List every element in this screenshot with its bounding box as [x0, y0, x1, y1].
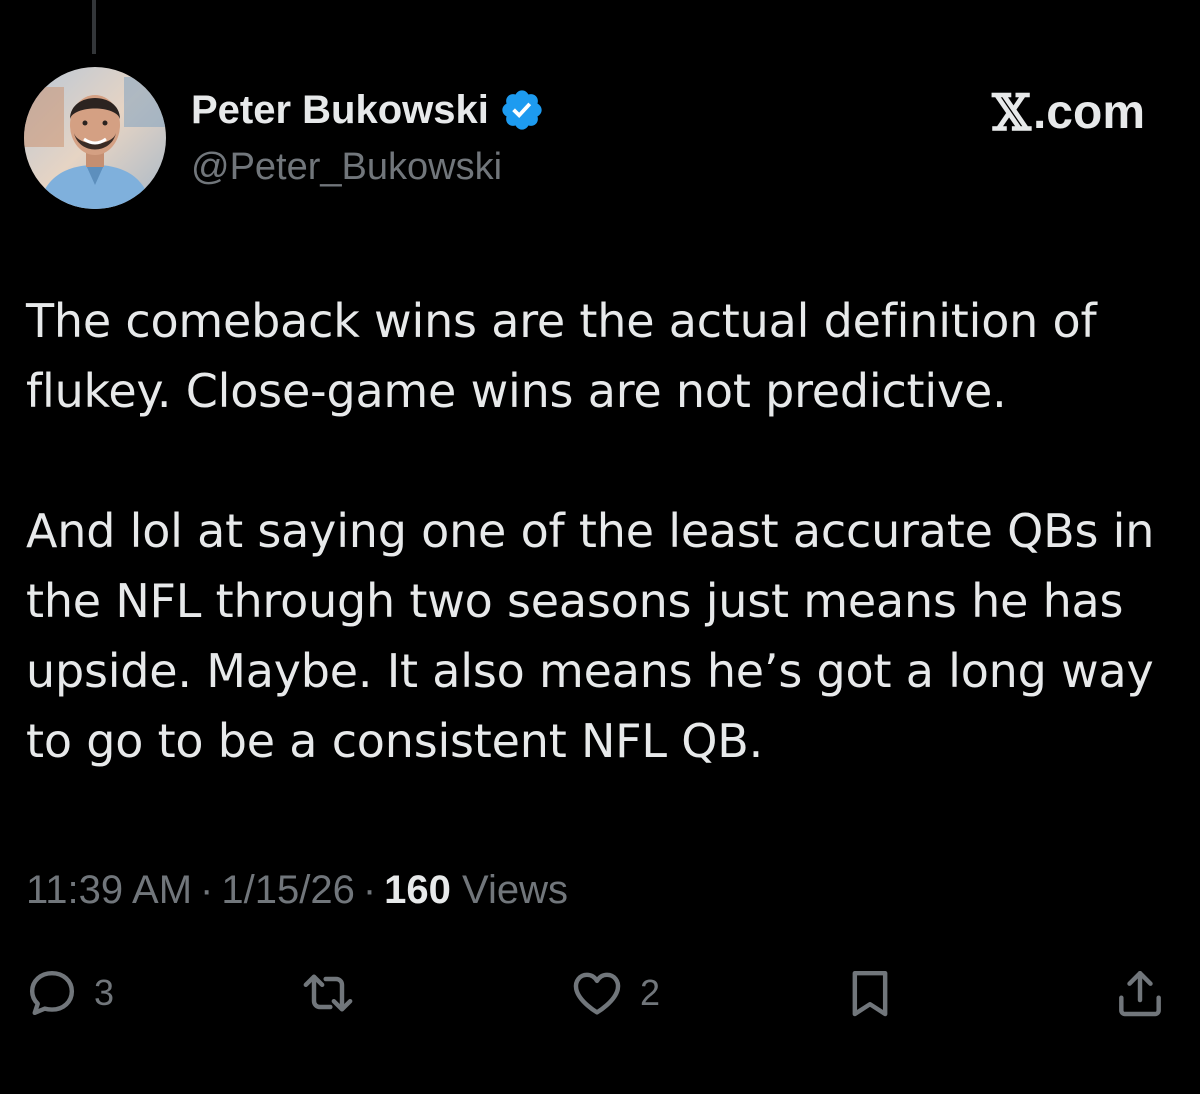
- like-button[interactable]: 2: [568, 958, 660, 1028]
- avatar[interactable]: [24, 67, 166, 209]
- author-name-row[interactable]: Peter Bukowski: [191, 82, 545, 138]
- retweet-icon: [298, 965, 358, 1021]
- author-display-name[interactable]: Peter Bukowski: [191, 82, 489, 138]
- reply-button[interactable]: 3: [24, 958, 114, 1028]
- reply-icon: [24, 965, 80, 1021]
- tweet-actions-bar: 3 2: [0, 958, 1200, 1028]
- views-label: Views: [462, 868, 569, 912]
- tweet-date[interactable]: 1/15/26: [221, 868, 354, 912]
- tweet-metadata: 11:39 AM · 1/15/26 · 160 Views: [26, 862, 568, 918]
- author-handle[interactable]: @Peter_Bukowski: [191, 141, 502, 193]
- reply-count: 3: [94, 972, 115, 1013]
- tweet-body: The comeback wins are the actual definit…: [26, 286, 1176, 776]
- retweet-button[interactable]: [298, 958, 358, 1028]
- share-button[interactable]: [1112, 958, 1168, 1028]
- meta-separator: ·: [362, 868, 377, 912]
- verified-badge-icon: [499, 87, 545, 133]
- thread-connector-line: [92, 0, 96, 54]
- bookmark-button[interactable]: [842, 958, 898, 1028]
- meta-separator: ·: [200, 868, 214, 912]
- x-logo-icon: 𝕏: [992, 83, 1031, 142]
- views-count: 160: [384, 868, 451, 912]
- tweet-paragraph: The comeback wins are the actual definit…: [26, 294, 1097, 418]
- tweet-time[interactable]: 11:39 AM: [26, 868, 192, 912]
- like-count: 2: [640, 972, 661, 1013]
- share-icon: [1112, 965, 1168, 1021]
- like-icon: [568, 965, 626, 1021]
- avatar-photo: [24, 67, 166, 209]
- bookmark-icon: [842, 965, 898, 1021]
- x-com-logo: 𝕏 .com: [992, 85, 1145, 141]
- tweet-paragraph: And lol at saying one of the least accur…: [26, 504, 1155, 768]
- brand-domain-label: .com: [1032, 86, 1145, 139]
